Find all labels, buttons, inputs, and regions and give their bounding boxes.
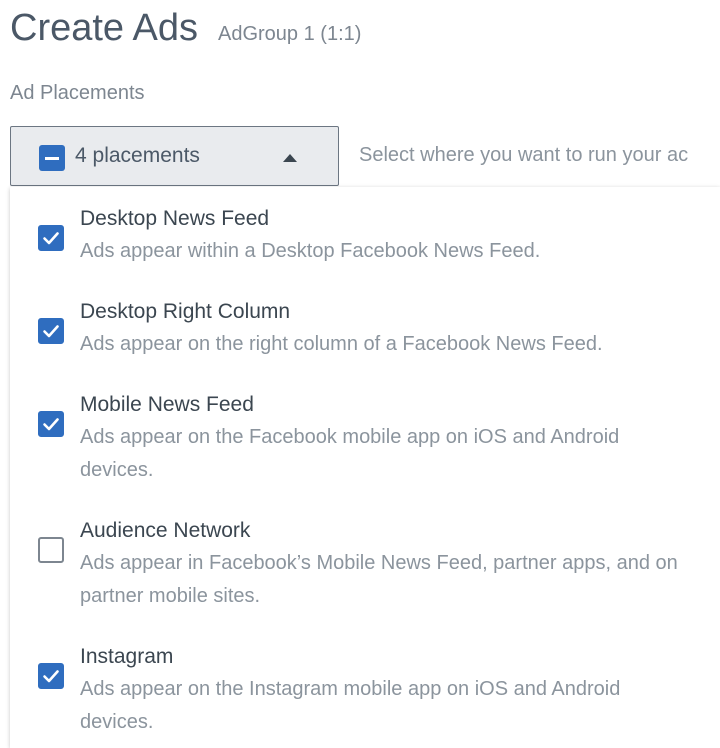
- placement-option-title: Desktop News Feed: [80, 207, 270, 230]
- placement-option-desktop-right-column[interactable]: Desktop Right Column Ads appear on the r…: [10, 298, 720, 378]
- placement-option-description: Ads appear on the right column of a Face…: [80, 333, 603, 355]
- placement-option-title: Audience Network: [80, 519, 251, 542]
- create-ads-page: Create Ads AdGroup 1 (1:1) Ad Placements…: [0, 0, 720, 748]
- placement-option-description: Ads appear on the Instagram mobile app o…: [80, 678, 621, 733]
- placement-option-title: Instagram: [80, 645, 174, 668]
- placement-option-title: Desktop Right Column: [80, 300, 291, 323]
- placement-option-description: Ads appear within a Desktop Facebook New…: [80, 240, 541, 262]
- placement-option-desktop-news-feed[interactable]: Desktop News Feed Ads appear within a De…: [10, 205, 720, 285]
- page-subtitle: AdGroup 1 (1:1): [218, 23, 362, 45]
- checkbox-checked-icon[interactable]: [38, 225, 64, 251]
- ad-placements-label: Ad Placements: [10, 82, 145, 104]
- checkbox-checked-icon[interactable]: [38, 411, 64, 437]
- placement-option-audience-network[interactable]: Audience Network Ads appear in Facebook’…: [10, 517, 720, 627]
- placement-option-instagram[interactable]: Instagram Ads appear on the Instagram mo…: [10, 643, 720, 748]
- placement-option-title: Mobile News Feed: [80, 393, 254, 416]
- page-header: Create Ads AdGroup 1 (1:1): [10, 0, 361, 60]
- placements-menu: Desktop News Feed Ads appear within a De…: [10, 187, 720, 748]
- caret-up-icon: [283, 154, 297, 162]
- placement-option-mobile-news-feed[interactable]: Mobile News Feed Ads appear on the Faceb…: [10, 391, 720, 501]
- checkbox-checked-icon[interactable]: [38, 318, 64, 344]
- checkbox-unchecked-icon[interactable]: [38, 537, 64, 563]
- checkbox-checked-icon[interactable]: [38, 663, 64, 689]
- placement-option-description: Ads appear on the Facebook mobile app on…: [80, 426, 620, 481]
- partial-select-checkbox-icon[interactable]: [39, 145, 65, 171]
- placements-dropdown-label: 4 placements: [75, 144, 200, 167]
- placements-dropdown[interactable]: 4 placements: [10, 126, 339, 186]
- placements-hint: Select where you want to run your ac: [359, 144, 689, 166]
- placement-option-description: Ads appear in Facebook’s Mobile News Fee…: [80, 552, 678, 607]
- page-title: Create Ads: [10, 7, 198, 49]
